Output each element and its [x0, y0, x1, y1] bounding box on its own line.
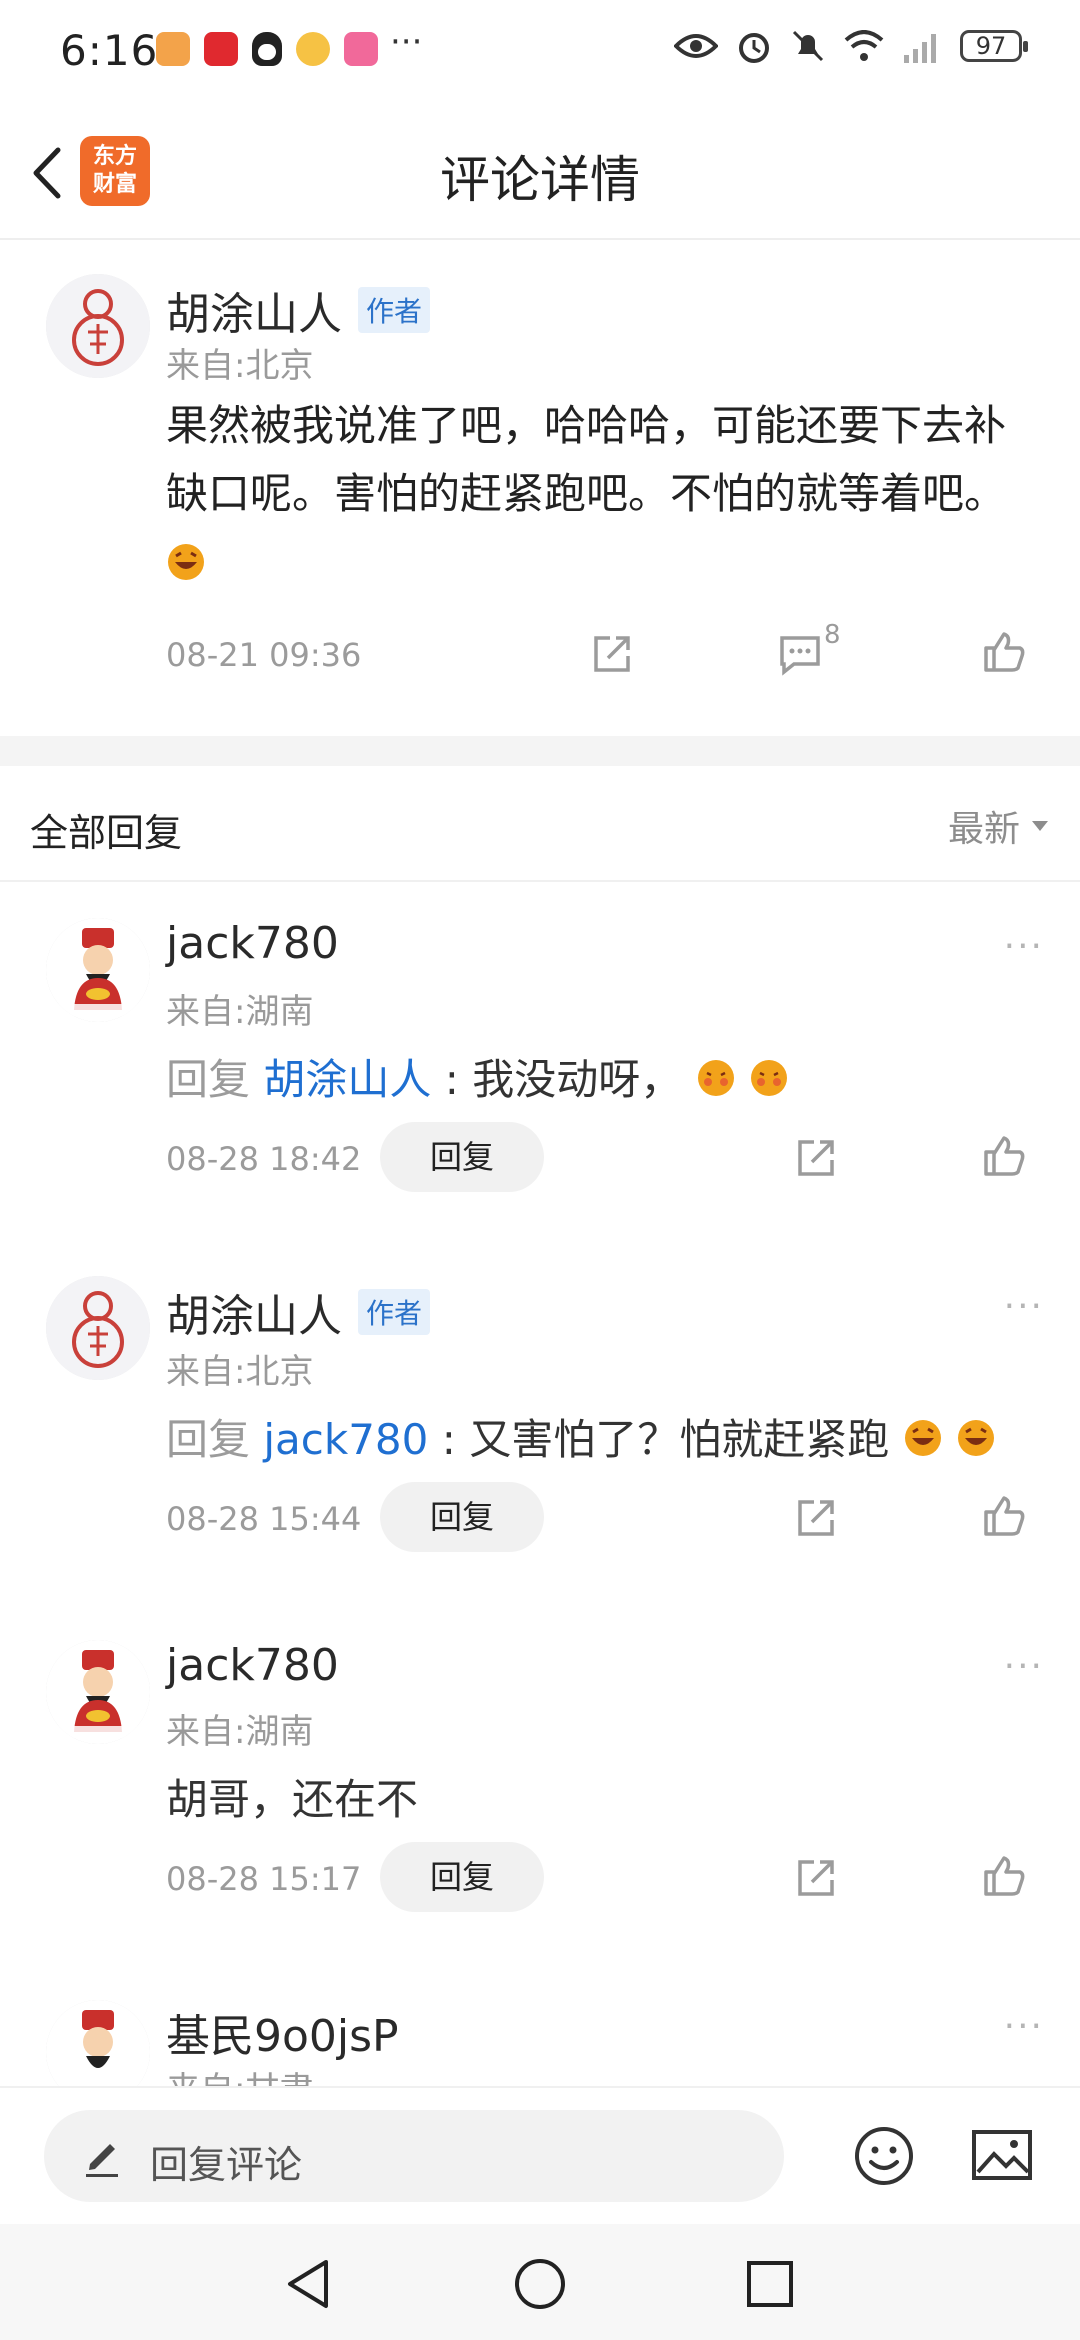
reply-author-row: 胡涂山人 作者	[166, 1280, 431, 1344]
comment-count: 8	[824, 620, 841, 650]
caishen-avatar-icon	[46, 1640, 150, 1744]
nav-back-icon[interactable]	[282, 2256, 334, 2312]
reply-button[interactable]: 回复	[380, 1482, 544, 1552]
author-badge: 作者	[358, 1289, 431, 1335]
signal-icon	[904, 34, 936, 63]
like-icon[interactable]	[980, 1492, 1028, 1540]
reply-prefix: 回复	[166, 1415, 251, 1464]
app-icon-orange	[156, 32, 190, 66]
reply-input[interactable]: 回复评论	[44, 2110, 784, 2202]
like-icon[interactable]	[980, 1132, 1028, 1180]
divider	[0, 880, 1080, 882]
reply-button[interactable]: 回复	[380, 1842, 544, 1912]
comment-text-body: 果然被我说准了吧，哈哈哈，可能还要下去补缺口呢。害怕的赶紧跑吧。不怕的就等着吧。	[166, 401, 1007, 518]
laughing-emoji-icon	[957, 1420, 994, 1456]
reply-location: 来自:湖南	[166, 1712, 314, 1752]
reply-author[interactable]: jack780	[166, 1640, 339, 1691]
section-separator	[0, 736, 1080, 766]
author-name[interactable]: 胡涂山人	[166, 278, 342, 342]
reply-avatar[interactable]	[46, 1640, 150, 1744]
reply-location: 来自:北京	[166, 1352, 314, 1392]
reply-text: 胡哥，还在不	[166, 1775, 419, 1824]
status-time: 6:16	[60, 26, 159, 75]
weibo-icon	[296, 32, 330, 66]
emoji-icon[interactable]	[852, 2124, 916, 2188]
caishen-avatar-icon	[46, 918, 150, 1022]
reply-body: : 我没动呀，	[431, 1055, 683, 1104]
eye-icon	[674, 34, 718, 58]
status-bar: 6:16 ··· 97	[0, 0, 1080, 100]
author-avatar[interactable]	[46, 274, 150, 378]
reply-button[interactable]: 回复	[380, 1122, 544, 1192]
shy-emoji-icon	[750, 1060, 787, 1096]
reply-author[interactable]: jack780	[166, 918, 339, 969]
status-right-icons: 97	[674, 28, 1028, 64]
reply-avatar[interactable]	[46, 918, 150, 1022]
reply-text: 回复 jack780 : 又害怕了？怕就赶紧跑	[166, 1406, 996, 1467]
image-icon[interactable]	[970, 2126, 1034, 2186]
like-icon[interactable]	[980, 628, 1028, 676]
comment-text: 果然被我说准了吧，哈哈哈，可能还要下去补缺口呢。害怕的赶紧跑吧。不怕的就等着吧。	[166, 392, 1046, 596]
system-nav-bar	[0, 2224, 1080, 2340]
page-header: 东方 财富 评论详情	[0, 100, 1080, 240]
like-icon[interactable]	[980, 1852, 1028, 1900]
more-options-icon[interactable]: ···	[1004, 1286, 1044, 1327]
comment-icon[interactable]	[776, 630, 824, 678]
author-location: 来自:北京	[166, 346, 314, 386]
alarm-icon	[739, 33, 769, 63]
pencil-icon	[86, 2144, 118, 2177]
notification-icons	[156, 32, 378, 66]
gourd-seal-icon	[46, 274, 150, 378]
reply-timestamp: 08-28 15:44	[166, 1500, 362, 1538]
more-notifications-dots: ···	[390, 22, 423, 62]
author-row: 胡涂山人 作者	[166, 278, 431, 342]
triangle-down-icon	[1032, 821, 1048, 831]
mention-link[interactable]: jack780	[263, 1415, 428, 1464]
sort-label: 最新	[947, 809, 1020, 850]
mention-link[interactable]: 胡涂山人	[263, 1055, 431, 1104]
sort-dropdown[interactable]: 最新	[948, 800, 1050, 852]
all-replies-title: 全部回复	[30, 811, 183, 855]
qq-penguin-icon	[252, 32, 282, 66]
page-title: 评论详情	[440, 151, 640, 209]
author-badge: 作者	[358, 287, 431, 333]
laughing-emoji-icon	[904, 1420, 941, 1456]
share-icon[interactable]	[792, 1494, 840, 1542]
wifi-icon	[844, 30, 884, 61]
reply-input-placeholder: 回复评论	[150, 2143, 303, 2187]
more-options-icon[interactable]: ···	[1004, 2006, 1044, 2047]
shy-emoji-icon	[697, 1060, 734, 1096]
reply-body: : 又害怕了？怕就赶紧跑	[428, 1415, 890, 1464]
share-icon[interactable]	[588, 630, 636, 678]
more-options-icon[interactable]: ···	[1004, 1646, 1044, 1687]
mute-icon	[792, 30, 824, 62]
reply-timestamp: 08-28 18:42	[166, 1140, 362, 1178]
app-icon-pink	[344, 32, 378, 66]
reply-author[interactable]: 胡涂山人	[166, 1280, 342, 1344]
gourd-seal-icon	[46, 1276, 150, 1380]
reply-location: 来自:湖南	[166, 992, 314, 1032]
reply-author[interactable]: 基民9o0jsP	[166, 2000, 399, 2064]
reply-timestamp: 08-28 15:17	[166, 1860, 362, 1898]
battery-indicator: 97	[960, 30, 1028, 62]
comment-timestamp: 08-21 09:36	[166, 636, 362, 674]
more-options-icon[interactable]: ···	[1004, 926, 1044, 967]
reply-text: 回复 胡涂山人 : 我没动呀，	[166, 1046, 789, 1107]
reply-input-bar: 回复评论	[0, 2086, 1080, 2226]
app-icon-red	[204, 32, 238, 66]
share-icon[interactable]	[792, 1854, 840, 1902]
reply-avatar[interactable]	[46, 1276, 150, 1380]
reply-prefix: 回复	[166, 1055, 251, 1104]
nav-recents-icon[interactable]	[744, 2258, 796, 2310]
nav-home-icon[interactable]	[512, 2256, 568, 2312]
laughing-emoji-icon	[168, 544, 204, 580]
share-icon[interactable]	[792, 1134, 840, 1182]
